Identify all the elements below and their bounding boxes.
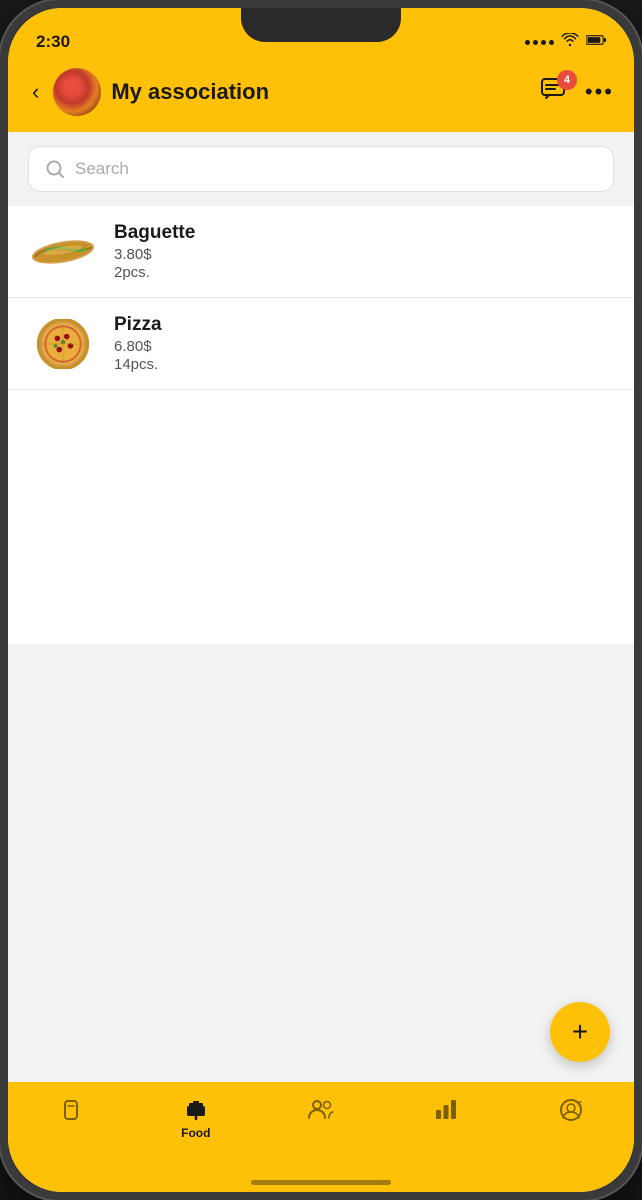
- back-button[interactable]: ‹: [28, 75, 43, 109]
- search-icon: [45, 159, 65, 179]
- avatar-image: [53, 68, 101, 116]
- status-time: 2:30: [36, 32, 70, 52]
- avatar: [53, 68, 101, 116]
- nav-item-account[interactable]: €: [509, 1094, 634, 1122]
- item-name: Baguette: [114, 222, 614, 244]
- power-button: [634, 218, 639, 288]
- item-image-pizza: [28, 319, 98, 369]
- add-item-button[interactable]: +: [550, 1002, 610, 1062]
- items-list: Baguette 3.80$ 2pcs.: [8, 206, 634, 644]
- food-icon: [184, 1098, 208, 1122]
- list-item[interactable]: Baguette 3.80$ 2pcs.: [8, 206, 634, 298]
- item-name: Pizza: [114, 314, 614, 336]
- svg-text:€: €: [578, 1101, 582, 1108]
- volume-up-button: [3, 188, 8, 238]
- notification-badge: 4: [557, 70, 577, 90]
- notifications-button[interactable]: 4: [541, 78, 569, 107]
- item-price: 6.80$: [114, 338, 614, 355]
- header-left: ‹ My association: [28, 68, 269, 116]
- item-price: 3.80$: [114, 246, 614, 263]
- wifi-icon: [560, 33, 580, 52]
- item-image-baguette: [28, 227, 98, 277]
- search-container: Search: [8, 132, 634, 206]
- search-bar[interactable]: Search: [28, 146, 614, 192]
- header-right: 4 •••: [541, 78, 614, 107]
- item-info-pizza: Pizza 6.80$ 14pcs.: [114, 314, 614, 373]
- page-title: My association: [111, 79, 269, 105]
- phone-frame: 2:30: [0, 0, 642, 1200]
- stats-icon: [434, 1098, 458, 1120]
- search-placeholder: Search: [75, 159, 129, 179]
- item-qty: 14pcs.: [114, 356, 614, 373]
- notch: [241, 8, 401, 42]
- more-button[interactable]: •••: [585, 79, 614, 105]
- empty-content-area: +: [8, 644, 634, 1082]
- phone-screen: 2:30: [8, 8, 634, 1192]
- nav-item-people[interactable]: [258, 1094, 383, 1120]
- people-icon: [307, 1098, 335, 1120]
- item-info-baguette: Baguette 3.80$ 2pcs.: [114, 222, 614, 281]
- item-qty: 2pcs.: [114, 264, 614, 281]
- account-icon: €: [559, 1098, 583, 1122]
- nav-item-food[interactable]: Food: [133, 1094, 258, 1140]
- volume-down-button: [3, 253, 8, 303]
- list-item[interactable]: Pizza 6.80$ 14pcs.: [8, 298, 634, 390]
- nav-item-drink[interactable]: [8, 1094, 133, 1122]
- nav-label-food: Food: [181, 1126, 210, 1140]
- home-indicator: [8, 1172, 634, 1192]
- page-header: ‹ My association 4 •••: [8, 58, 634, 132]
- status-icons: [525, 33, 606, 52]
- battery-icon: [586, 33, 606, 52]
- nav-item-stats[interactable]: [384, 1094, 509, 1120]
- drink-icon: [59, 1098, 83, 1122]
- signal-icon: [525, 40, 554, 45]
- home-bar: [251, 1180, 391, 1185]
- bottom-navigation: Food: [8, 1082, 634, 1172]
